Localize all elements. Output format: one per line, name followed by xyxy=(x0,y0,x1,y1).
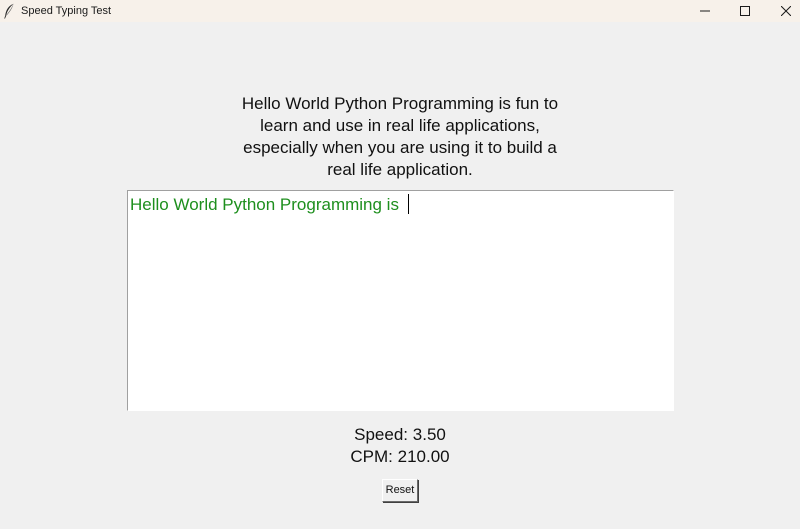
minimize-icon xyxy=(700,10,710,12)
prompt-line: especially when you are using it to buil… xyxy=(243,138,557,157)
window-title: Speed Typing Test xyxy=(21,5,112,17)
title-bar[interactable]: Speed Typing Test xyxy=(0,0,800,22)
speed-readout: Speed: 3.50 xyxy=(300,425,500,445)
speed-value: 3.50 xyxy=(412,425,446,444)
close-icon xyxy=(781,6,791,16)
reset-button[interactable]: Reset xyxy=(382,479,418,502)
cpm-readout: CPM: 210.00 xyxy=(300,447,500,467)
cpm-value: 210.00 xyxy=(397,447,450,466)
maximize-button[interactable] xyxy=(725,0,765,22)
typed-text: Hello World Python Programming is xyxy=(130,195,404,214)
text-cursor xyxy=(407,194,409,214)
typing-input[interactable]: Hello World Python Programming is xyxy=(127,190,674,411)
app-window: Speed Typing Test Hello World Python Pro… xyxy=(0,0,800,529)
prompt-line: real life application. xyxy=(327,160,473,179)
cpm-label: CPM: xyxy=(350,447,393,466)
prompt-text: Hello World Python Programming is fun to… xyxy=(200,93,600,181)
speed-label: Speed: xyxy=(354,425,409,444)
prompt-line: Hello World Python Programming is fun to xyxy=(241,94,559,113)
maximize-icon xyxy=(740,6,750,16)
prompt-line: learn and use in real life applications, xyxy=(260,116,540,135)
feather-icon xyxy=(3,3,15,19)
close-button[interactable] xyxy=(766,0,800,22)
typed-text-line: Hello World Python Programming is xyxy=(130,194,409,216)
minimize-button[interactable] xyxy=(685,0,725,22)
